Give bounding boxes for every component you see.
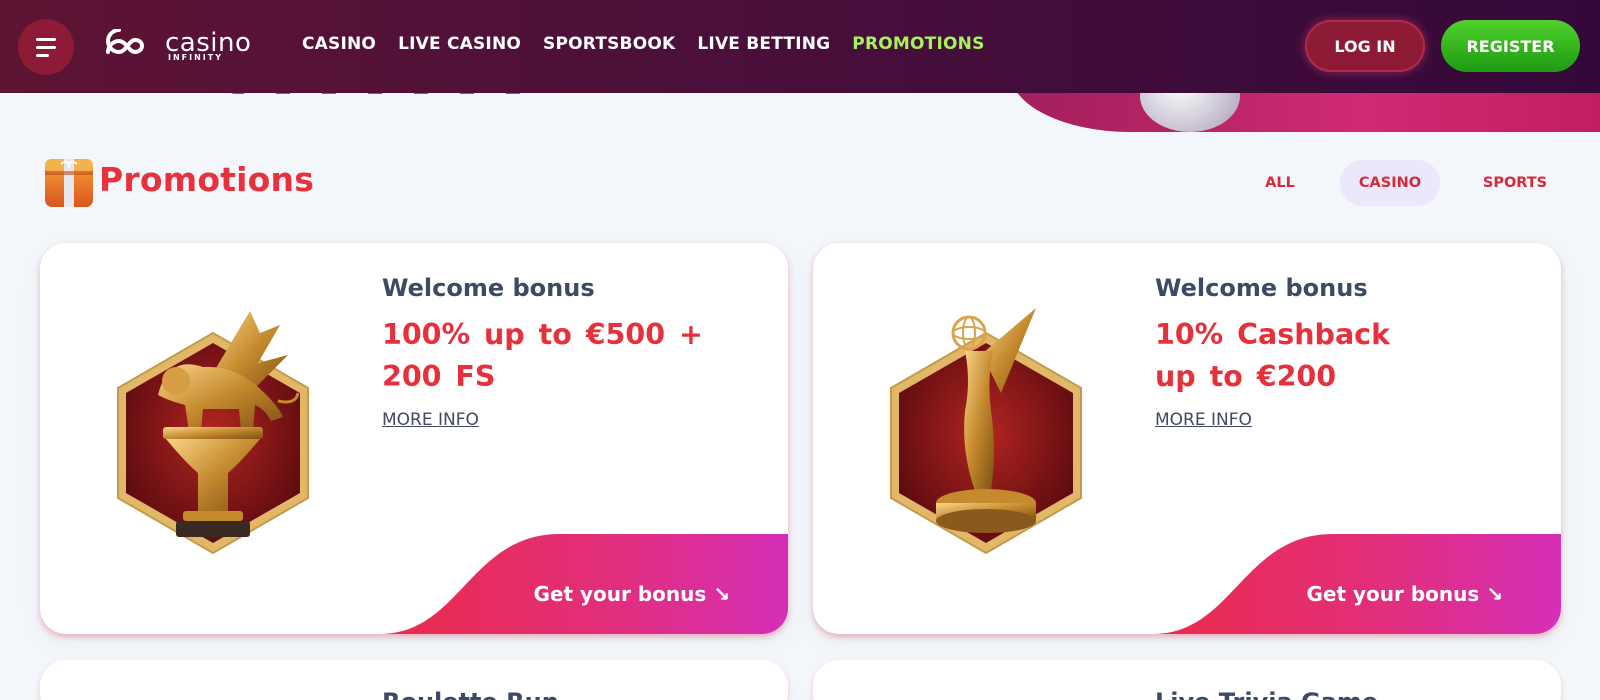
- gift-box-icon: [45, 159, 93, 207]
- more-info-link[interactable]: MORE INFO: [1155, 410, 1252, 430]
- lion-trophy-image: [117, 311, 309, 555]
- filter-all[interactable]: ALL: [1240, 160, 1320, 206]
- main-nav: CASINO LIVE CASINO SPORTSBOOK LIVE BETTI…: [302, 34, 1007, 54]
- hamburger-menu-button[interactable]: [18, 19, 74, 75]
- promo-label: Welcome bonus: [382, 274, 595, 302]
- register-button[interactable]: REGISTER: [1441, 20, 1580, 72]
- site-header: casino INFINITY CASINO LIVE CASINO SPORT…: [0, 0, 1600, 93]
- menu-line-icon: [36, 37, 56, 41]
- promo-card: Welcome bonus 100% up to €500 + 200 FS M…: [40, 243, 788, 634]
- get-bonus-button[interactable]: Get your bonus ↘: [1306, 582, 1503, 606]
- more-info-link[interactable]: MORE INFO: [382, 410, 479, 430]
- promo-label: Welcome bonus: [1155, 274, 1368, 302]
- infinity-logo-icon: [105, 29, 145, 55]
- nav-live-casino[interactable]: LIVE CASINO: [398, 34, 521, 54]
- promo-card: Welcome bonus 10% Cashback up to €200 MO…: [813, 243, 1561, 634]
- casino-infinity-logo[interactable]: casino INFINITY: [104, 26, 270, 66]
- promo-card: Live Trivia Game: [813, 660, 1561, 700]
- filter-sports[interactable]: SPORTS: [1465, 160, 1565, 206]
- promo-card: Roulette Run: [40, 660, 788, 700]
- promo-card-text: Welcome bonus 100% up to €500 + 200 FS M…: [382, 273, 742, 430]
- promo-label: Live Trivia Game: [1155, 688, 1378, 700]
- get-bonus-button[interactable]: Get your bonus ↘: [533, 582, 730, 606]
- page-title: Promotions: [99, 160, 315, 199]
- nav-casino[interactable]: CASINO: [302, 34, 376, 54]
- promo-label: Roulette Run: [382, 688, 559, 700]
- menu-line-icon: [36, 45, 56, 49]
- promo-offer: 100% up to €500 + 200 FS: [382, 318, 703, 393]
- promo-offer: 10% Cashback up to €200: [1155, 318, 1391, 393]
- nav-promotions[interactable]: PROMOTIONS: [852, 34, 984, 54]
- promo-card-text: Welcome bonus 10% Cashback up to €200 MO…: [1155, 273, 1515, 430]
- award-statuette-image: [890, 308, 1082, 555]
- login-button[interactable]: LOG IN: [1305, 20, 1425, 72]
- nav-live-betting[interactable]: LIVE BETTING: [697, 34, 830, 54]
- menu-line-icon: [36, 53, 49, 57]
- logo-subtitle: INFINITY: [168, 53, 224, 62]
- nav-sportsbook[interactable]: SPORTSBOOK: [543, 34, 675, 54]
- filter-casino[interactable]: CASINO: [1340, 160, 1440, 206]
